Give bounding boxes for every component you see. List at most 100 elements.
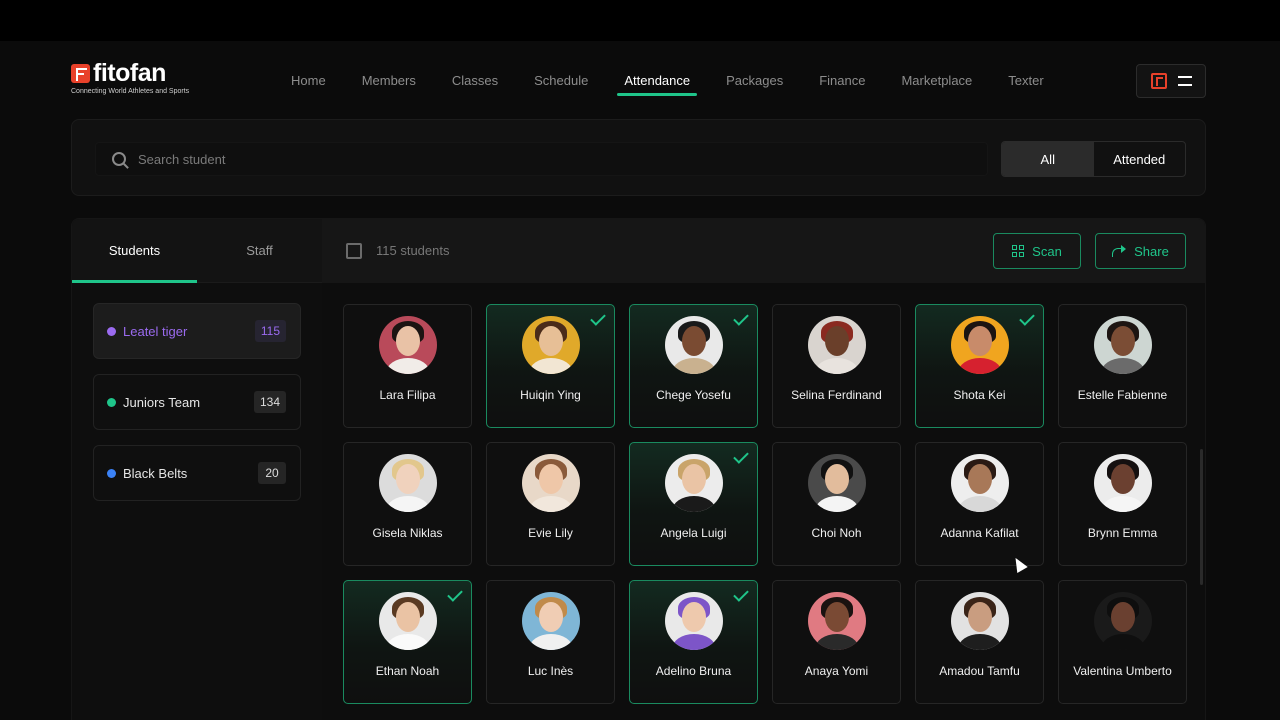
avatar	[1093, 592, 1152, 650]
student-card[interactable]: Valentina Umberto	[1058, 580, 1187, 704]
avatar	[807, 316, 866, 374]
student-card[interactable]: Ethan Noah	[343, 580, 472, 704]
group-item[interactable]: Black Belts 20	[93, 445, 301, 501]
group-item[interactable]: Leatel tiger 115	[93, 303, 301, 359]
group-label: Leatel tiger	[123, 323, 188, 339]
nav-packages[interactable]: Packages	[708, 71, 801, 90]
search-box[interactable]	[95, 142, 988, 176]
student-name: Gisela Niklas	[372, 526, 443, 540]
avatar	[378, 316, 437, 374]
nav-texter[interactable]: Texter	[990, 71, 1061, 90]
student-name: Adanna Kafilat	[940, 526, 1019, 540]
nav-finance[interactable]: Finance	[801, 71, 883, 90]
student-name: Evie Lily	[528, 526, 573, 540]
student-name: Luc Inès	[527, 664, 574, 678]
tab-students[interactable]: Students	[72, 219, 197, 283]
brand-logo[interactable]: fitofan Connecting World Athletes and Sp…	[71, 61, 189, 95]
checkmark-icon	[733, 586, 749, 602]
avatar	[378, 592, 437, 650]
nav-marketplace[interactable]: Marketplace	[883, 71, 990, 90]
brand-name: fitofan	[93, 59, 166, 87]
student-card[interactable]: Luc Inès	[486, 580, 615, 704]
student-name: Choi Noh	[811, 526, 862, 540]
nav-schedule[interactable]: Schedule	[516, 71, 606, 90]
share-icon	[1112, 245, 1127, 257]
avatar	[521, 592, 580, 650]
checkmark-icon	[733, 448, 749, 464]
student-card[interactable]: Angela Luigi	[629, 442, 758, 566]
checkmark-icon	[1019, 310, 1035, 326]
group-label: Black Belts	[123, 465, 188, 481]
student-count: 115 students	[376, 243, 450, 258]
scan-label: Scan	[1032, 243, 1062, 259]
brand-tagline: Connecting World Athletes and Sports	[71, 88, 190, 95]
student-card[interactable]: Choi Noh	[772, 442, 901, 566]
avatar	[950, 316, 1009, 374]
scrollbar[interactable]	[1200, 449, 1203, 585]
student-card[interactable]: Evie Lily	[486, 442, 615, 566]
fitofan-mark-icon	[1150, 73, 1167, 89]
student-card[interactable]: Lara Filipa	[343, 304, 472, 428]
checkmark-icon	[590, 310, 606, 326]
student-name: Angela Luigi	[660, 526, 727, 540]
group-item[interactable]: Juniors Team 134	[93, 374, 301, 430]
student-area: 115 students Scan Share Lara Filipa Huiqi…	[322, 219, 1205, 720]
search-panel: All Attended	[71, 119, 1206, 196]
group-color-dot	[107, 326, 116, 336]
scan-button[interactable]: Scan	[993, 233, 1081, 269]
student-card[interactable]: Gisela Niklas	[343, 442, 472, 566]
student-name: Huiqin Ying	[520, 388, 581, 402]
attendance-filter: All Attended	[1001, 141, 1186, 177]
avatar	[521, 454, 580, 512]
student-name: Ethan Noah	[375, 664, 440, 678]
student-card[interactable]: Brynn Emma	[1058, 442, 1187, 566]
filter-attended-button[interactable]: Attended	[1094, 142, 1186, 176]
student-card[interactable]: Huiqin Ying	[486, 304, 615, 428]
app-window: fitofan Connecting World Athletes and Sp…	[0, 41, 1280, 720]
group-list: Leatel tiger 115 Juniors Team 134 Black Belt…	[72, 283, 322, 536]
qr-scan-icon	[1012, 245, 1025, 257]
student-card[interactable]: Anaya Yomi	[772, 580, 901, 704]
nav-members[interactable]: Members	[344, 71, 434, 90]
avatar	[950, 592, 1009, 650]
student-card[interactable]: Selina Ferdinand	[772, 304, 901, 428]
group-sidebar: Students Staff Leatel tiger 115 Juniors Te…	[72, 219, 322, 720]
student-card[interactable]: Chege Yosefu	[629, 304, 758, 428]
select-all-checkbox[interactable]	[346, 243, 362, 259]
group-count-badge: 134	[253, 391, 286, 413]
student-card[interactable]: Estelle Fabienne	[1058, 304, 1187, 428]
student-name: Brynn Emma	[1087, 526, 1158, 540]
menu-icon	[1177, 76, 1192, 86]
group-color-dot	[107, 397, 116, 407]
search-icon	[112, 152, 126, 166]
student-name: Chege Yosefu	[656, 388, 731, 402]
avatar	[664, 592, 723, 650]
student-name: Lara Filipa	[379, 388, 436, 402]
group-label: Juniors Team	[123, 394, 201, 410]
student-toolbar: 115 students Scan Share	[322, 219, 1205, 283]
student-card[interactable]: Shota Kei	[915, 304, 1044, 428]
avatar	[378, 454, 437, 512]
filter-all-button[interactable]: All	[1002, 142, 1094, 176]
people-tabs: Students Staff	[72, 219, 322, 283]
nav-attendance[interactable]: Attendance	[606, 71, 708, 96]
nav-classes[interactable]: Classes	[434, 71, 516, 90]
group-count-badge: 20	[258, 462, 286, 484]
student-card[interactable]: Amadou Tamfu	[915, 580, 1044, 704]
student-card[interactable]: Adanna Kafilat	[915, 442, 1044, 566]
header-menu-button[interactable]	[1136, 64, 1206, 98]
student-name: Estelle Fabienne	[1077, 388, 1168, 402]
checkmark-icon	[447, 586, 463, 602]
student-name: Valentina Umberto	[1073, 664, 1172, 678]
share-button[interactable]: Share	[1095, 233, 1186, 269]
student-card[interactable]: Adelino Bruna	[629, 580, 758, 704]
avatar	[664, 454, 723, 512]
nav-home[interactable]: Home	[273, 71, 344, 90]
search-input[interactable]	[138, 151, 938, 167]
group-count-badge: 115	[254, 320, 286, 342]
avatar	[807, 454, 866, 512]
fitofan-logo-icon	[71, 64, 90, 83]
avatar	[521, 316, 580, 374]
tab-staff[interactable]: Staff	[197, 219, 322, 282]
student-name: Selina Ferdinand	[791, 388, 882, 402]
